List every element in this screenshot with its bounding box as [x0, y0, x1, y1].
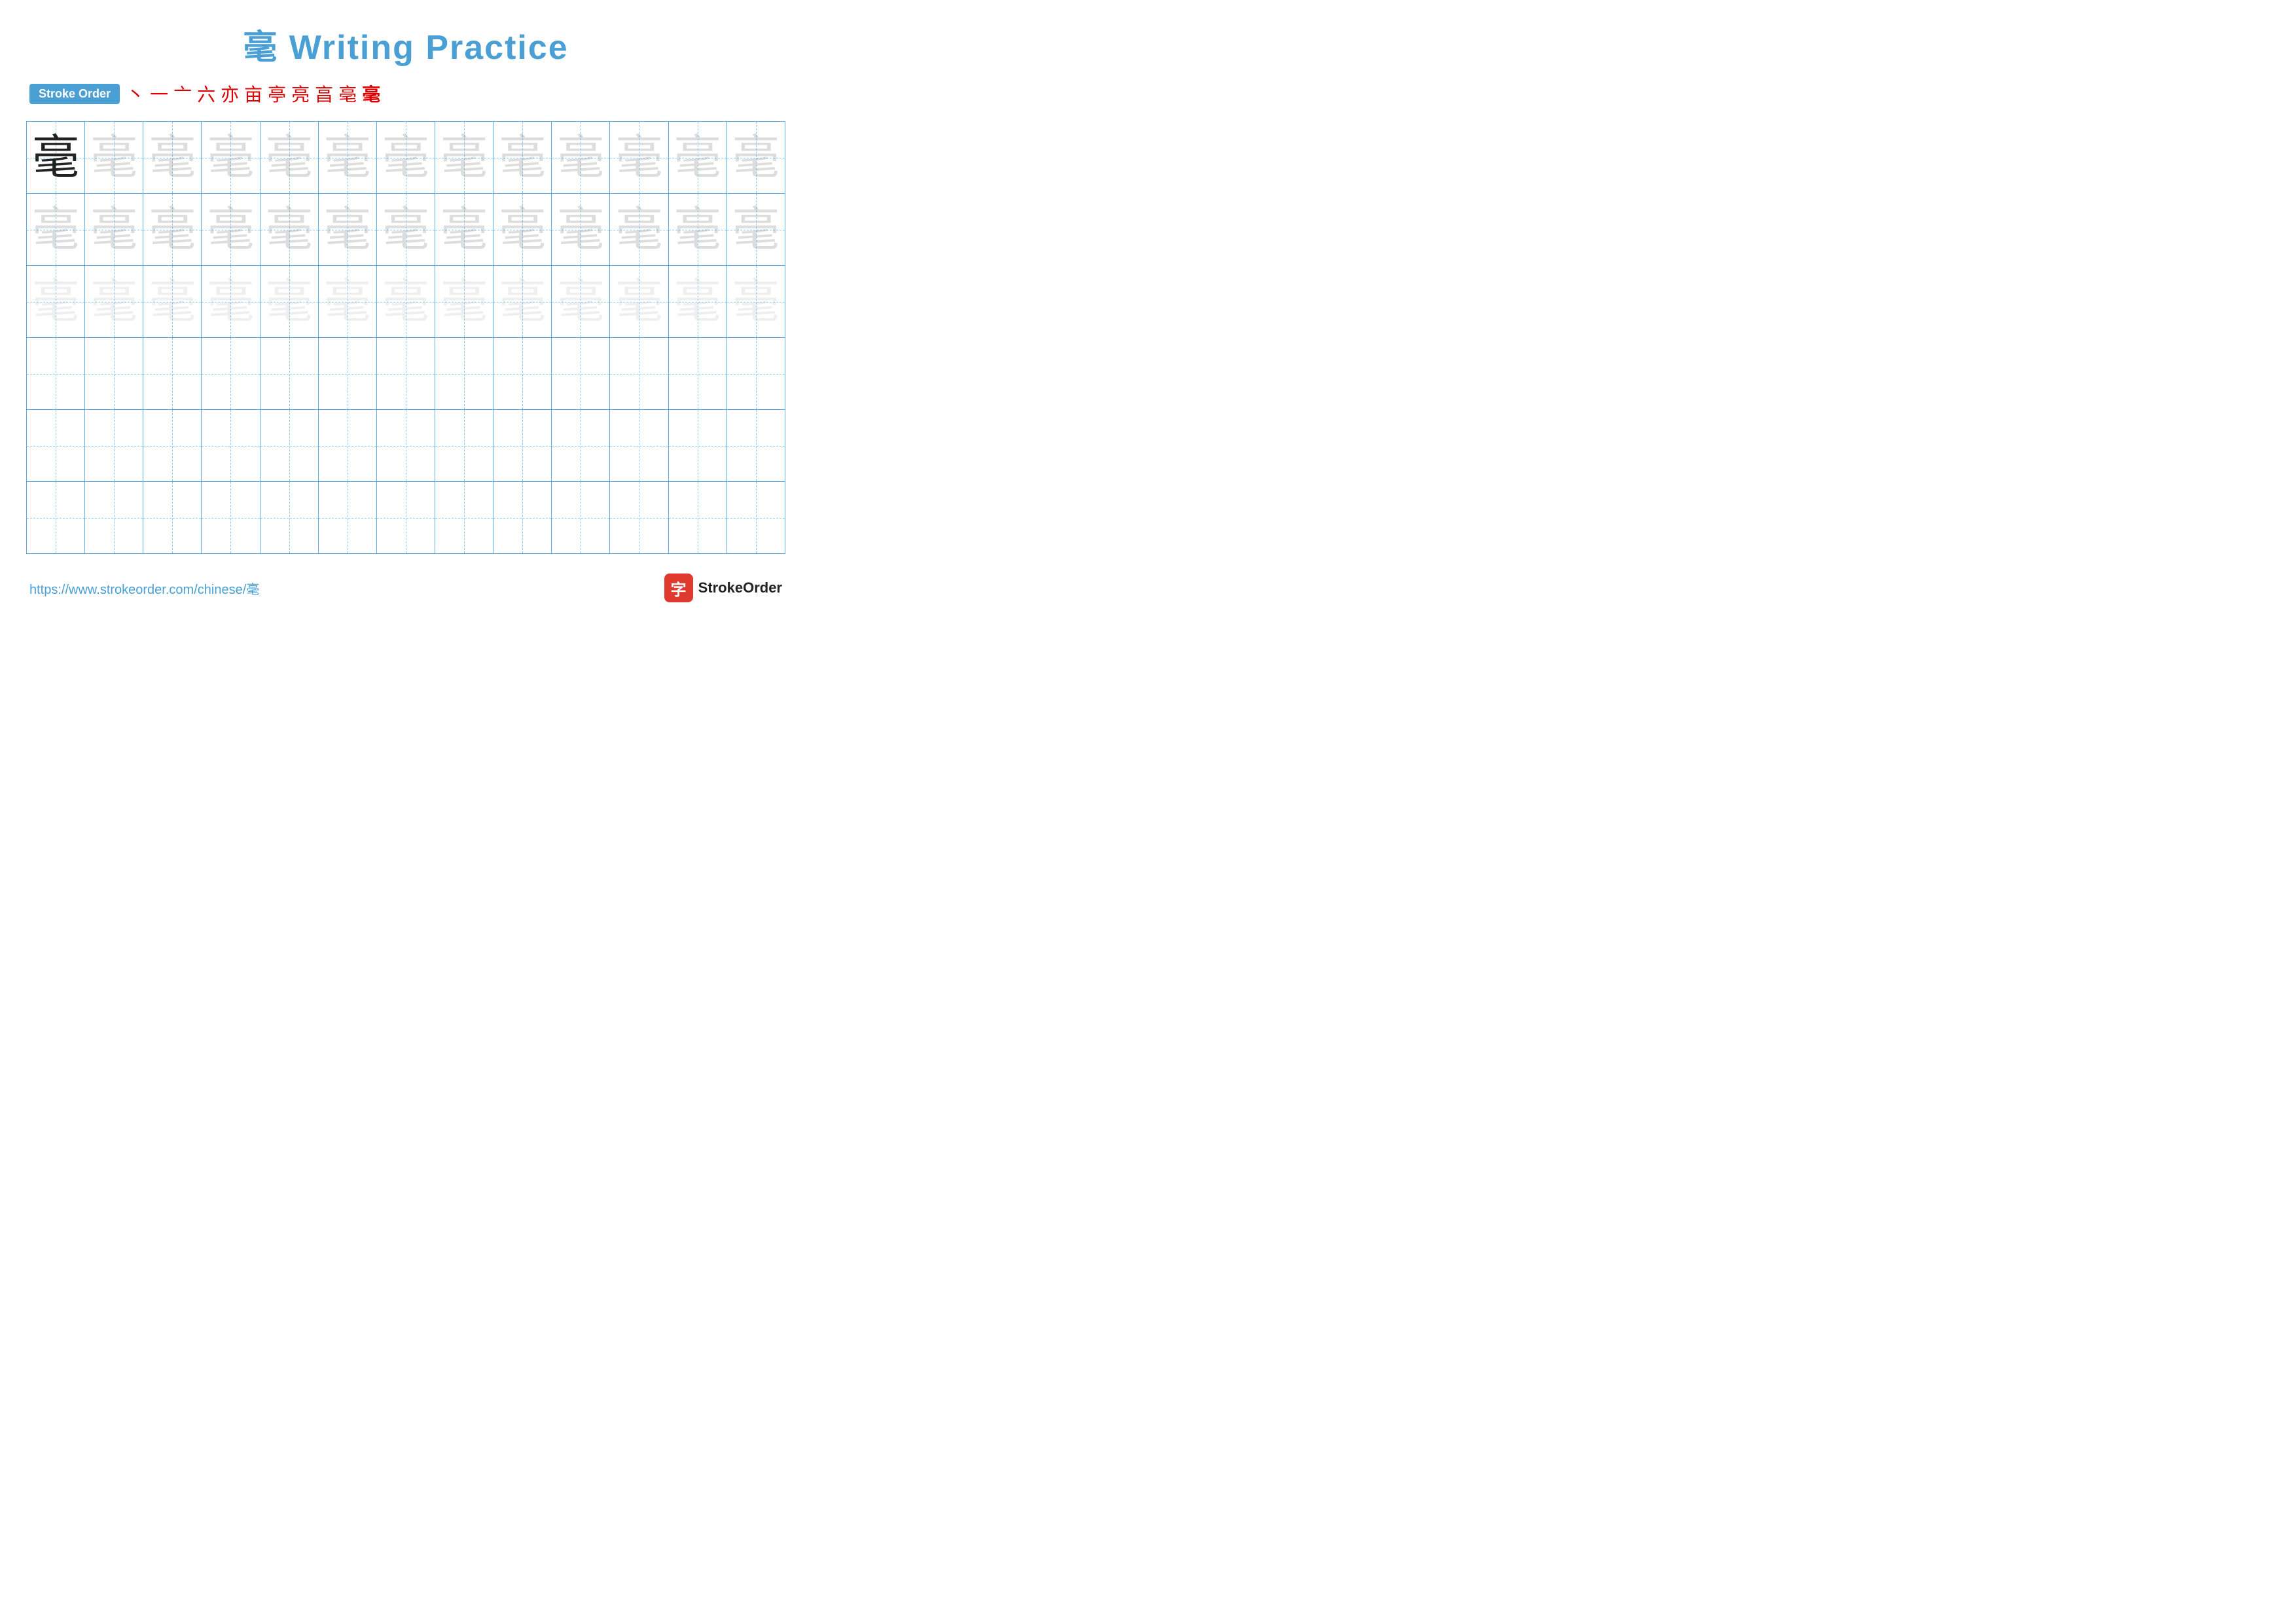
grid-cell: 毫: [143, 194, 202, 266]
grid-cell[interactable]: [726, 338, 785, 410]
grid-cell: 毫: [610, 266, 668, 338]
grid-cell: 毫: [202, 122, 260, 194]
grid-cell: 毫: [726, 122, 785, 194]
footer: https://www.strokeorder.com/chinese/毫 字 …: [26, 574, 785, 602]
stroke-order-chars: 丶 一 亠 六 亦 亩 亭 亮 亯 亳 毫: [126, 81, 380, 107]
grid-cell[interactable]: [376, 482, 435, 554]
grid-cell[interactable]: [318, 482, 376, 554]
practice-grid: 毫 毫 毫 毫 毫 毫 毫 毫 毫 毫 毫 毫 毫 毫 毫 毫 毫 毫 毫 毫 …: [26, 121, 785, 554]
grid-cell: 毫: [260, 122, 318, 194]
grid-cell[interactable]: [27, 410, 85, 482]
grid-cell[interactable]: [85, 338, 143, 410]
page-title: 毫 Writing Practice: [26, 20, 785, 69]
grid-cell: 毫: [610, 122, 668, 194]
grid-cell[interactable]: [202, 482, 260, 554]
grid-cell[interactable]: [260, 482, 318, 554]
grid-cell: 毫: [493, 194, 552, 266]
grid-cell: 毫: [260, 194, 318, 266]
grid-cell: 毫: [318, 194, 376, 266]
grid-row-2: 毫 毫 毫 毫 毫 毫 毫 毫 毫 毫 毫 毫 毫: [27, 194, 785, 266]
grid-cell[interactable]: [726, 482, 785, 554]
grid-cell[interactable]: [435, 338, 493, 410]
grid-cell: 毫: [376, 122, 435, 194]
grid-cell[interactable]: [493, 410, 552, 482]
grid-cell: 毫: [260, 266, 318, 338]
grid-cell: 毫: [27, 122, 85, 194]
grid-cell: 毫: [202, 266, 260, 338]
grid-cell[interactable]: [27, 338, 85, 410]
grid-cell[interactable]: [318, 410, 376, 482]
grid-cell[interactable]: [376, 410, 435, 482]
grid-cell: 毫: [552, 122, 610, 194]
grid-cell: 毫: [493, 122, 552, 194]
grid-cell: 毫: [27, 194, 85, 266]
grid-row-4: [27, 338, 785, 410]
grid-cell[interactable]: [435, 482, 493, 554]
grid-cell[interactable]: [143, 482, 202, 554]
grid-cell[interactable]: [493, 482, 552, 554]
grid-cell: 毫: [435, 122, 493, 194]
grid-cell: 毫: [668, 194, 726, 266]
grid-cell[interactable]: [610, 338, 668, 410]
grid-row-6: [27, 482, 785, 554]
grid-cell: 毫: [85, 122, 143, 194]
grid-cell: 毫: [726, 194, 785, 266]
grid-cell: 毫: [318, 122, 376, 194]
grid-cell[interactable]: [318, 338, 376, 410]
grid-cell[interactable]: [726, 410, 785, 482]
grid-cell: 毫: [202, 194, 260, 266]
grid-cell: 毫: [610, 194, 668, 266]
brand-name: StrokeOrder: [698, 579, 782, 596]
grid-cell[interactable]: [143, 410, 202, 482]
grid-cell[interactable]: [668, 338, 726, 410]
grid-cell: 毫: [668, 266, 726, 338]
grid-cell: 毫: [726, 266, 785, 338]
grid-cell[interactable]: [552, 482, 610, 554]
grid-cell: 毫: [376, 194, 435, 266]
grid-cell[interactable]: [260, 338, 318, 410]
grid-cell: 毫: [435, 194, 493, 266]
brand-logo: 字 StrokeOrder: [664, 574, 782, 602]
grid-cell: 毫: [376, 266, 435, 338]
grid-cell[interactable]: [435, 410, 493, 482]
grid-cell[interactable]: [610, 410, 668, 482]
grid-row-5: [27, 410, 785, 482]
grid-cell[interactable]: [668, 482, 726, 554]
grid-cell: 毫: [85, 266, 143, 338]
grid-cell: 毫: [318, 266, 376, 338]
grid-cell[interactable]: [202, 338, 260, 410]
grid-cell[interactable]: [610, 482, 668, 554]
grid-cell: 毫: [493, 266, 552, 338]
grid-cell[interactable]: [493, 338, 552, 410]
brand-icon: 字: [664, 574, 693, 602]
grid-cell[interactable]: [143, 338, 202, 410]
grid-cell[interactable]: [85, 410, 143, 482]
grid-cell[interactable]: [27, 482, 85, 554]
grid-cell[interactable]: [202, 410, 260, 482]
grid-row-3: 毫 毫 毫 毫 毫 毫 毫 毫 毫 毫 毫 毫 毫: [27, 266, 785, 338]
grid-cell[interactable]: [376, 338, 435, 410]
stroke-order-badge: Stroke Order: [29, 84, 120, 104]
grid-cell: 毫: [143, 122, 202, 194]
grid-row-1: 毫 毫 毫 毫 毫 毫 毫 毫 毫 毫 毫 毫 毫: [27, 122, 785, 194]
grid-cell: 毫: [552, 266, 610, 338]
grid-cell[interactable]: [552, 338, 610, 410]
grid-cell: 毫: [552, 194, 610, 266]
grid-cell: 毫: [85, 194, 143, 266]
grid-cell[interactable]: [260, 410, 318, 482]
grid-cell: 毫: [143, 266, 202, 338]
grid-cell: 毫: [27, 266, 85, 338]
grid-cell[interactable]: [85, 482, 143, 554]
grid-cell[interactable]: [668, 410, 726, 482]
grid-cell: 毫: [668, 122, 726, 194]
grid-cell[interactable]: [552, 410, 610, 482]
grid-cell: 毫: [435, 266, 493, 338]
stroke-order-row: Stroke Order 丶 一 亠 六 亦 亩 亭 亮 亯 亳 毫: [26, 81, 785, 107]
footer-url[interactable]: https://www.strokeorder.com/chinese/毫: [29, 579, 259, 598]
